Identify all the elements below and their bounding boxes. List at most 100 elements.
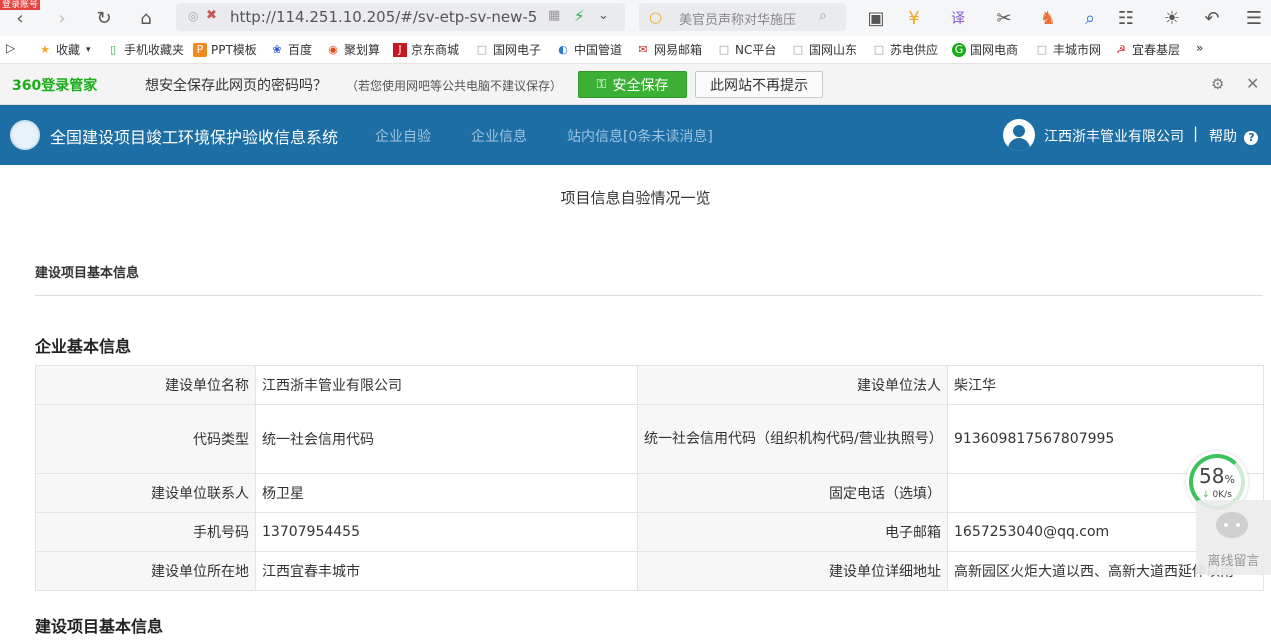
value-mobile: 13707954455 — [255, 512, 638, 552]
bookmark-item[interactable]: ☭ 宜春基层 — [1114, 41, 1180, 58]
bookmark-item[interactable]: G 国网电商 — [952, 41, 1018, 58]
bookmark-item[interactable]: □ 丰城市网 — [1035, 41, 1101, 58]
magnifier-icon[interactable]: ⌕ — [1076, 4, 1104, 32]
mail163-icon: ✉ — [638, 42, 648, 56]
value-code-type: 统一社会信用代码 — [255, 404, 638, 474]
sidebar-toggle-icon[interactable]: ▷ — [6, 41, 15, 55]
browser-toolbar: 登录账号 ‹ › ↻ ⌂ ◎ ✖ http://114.251.10.205/#… — [0, 0, 1271, 36]
scissors-icon[interactable]: ✂ — [990, 4, 1018, 32]
bookmark-favorites[interactable]: ★ 收藏 ▾ — [38, 41, 90, 58]
page-title: 项目信息自验情况一览 — [560, 189, 711, 207]
speed-mode-icon[interactable]: ⚡ — [574, 7, 585, 25]
search-placeholder[interactable]: 美官员声称对华施压 — [679, 9, 796, 28]
close-icon[interactable]: ✕ — [1246, 74, 1259, 93]
help-icon: ? — [1244, 131, 1259, 145]
search-box[interactable]: ○ 美官员声称对华施压 ⌕ — [639, 3, 846, 31]
search-icon[interactable]: ⌕ — [819, 8, 827, 24]
wallet-icon[interactable]: ¥ — [900, 4, 928, 32]
speed-rate: ↓ 0K/s — [1202, 490, 1232, 500]
bookmark-item[interactable]: □ 国网山东 — [791, 41, 857, 58]
section-heading-basic: 建设项目基本信息 — [35, 266, 140, 281]
label-legal-person: 建设单位法人 — [637, 365, 948, 405]
page-icon: □ — [476, 42, 488, 56]
table-row: 代码类型 统一社会信用代码 统一社会信用代码（组织机构代码/营业执照号） 913… — [35, 404, 1264, 474]
address-bar[interactable]: ◎ ✖ http://114.251.10.205/#/sv-etp-sv-ne… — [176, 3, 625, 31]
undo-icon[interactable]: ↶ — [1198, 4, 1226, 32]
no-secure-icon[interactable]: ✖ — [206, 8, 217, 23]
label-address: 建设单位详细地址 — [637, 551, 948, 591]
label-code-type: 代码类型 — [35, 404, 256, 474]
bookmark-item[interactable]: □ 苏电供应 — [872, 41, 938, 58]
offline-message-label: 离线留言 — [1207, 554, 1260, 569]
bookmark-item[interactable]: P PPT模板 — [193, 41, 257, 58]
ppt-icon: P — [193, 42, 207, 57]
bookmarks-more[interactable]: » — [1196, 41, 1203, 55]
help-label: 帮助 — [1209, 129, 1237, 145]
offline-message-button[interactable]: 离线留言 — [1196, 500, 1271, 575]
settings-gear-icon[interactable]: ⚙ — [1211, 75, 1224, 93]
nav-enterprise-info[interactable]: 企业信息 — [471, 126, 527, 146]
chevron-down-icon[interactable]: ⌄ — [598, 8, 609, 23]
table-row: 手机号码 13707954455 电子邮箱 1657253040@qq.com — [35, 512, 1264, 552]
url-text[interactable]: http://114.251.10.205/#/sv-etp-sv-new-5?… — [230, 8, 538, 26]
table-row: 建设单位联系人 杨卫星 固定电话（选填） — [35, 473, 1264, 513]
bookmarks-bar: ▷ ★ 收藏 ▾ ▯ 手机收藏夹 P PPT模板 ❀ 百度 ◉ 聚划算 J 京东商城 □ 国网电… — [0, 36, 1271, 64]
label-location: 建设单位所在地 — [35, 551, 256, 591]
forward-icon[interactable]: › — [48, 4, 76, 32]
game-icon[interactable]: ♞ — [1034, 4, 1062, 32]
translate-icon[interactable]: 译 — [944, 4, 972, 32]
enterprise-info-table: 建设单位名称 江西浙丰管业有限公司 建设单位法人 柴江华 代码类型 统一社会信用… — [35, 365, 1264, 591]
section-heading-enterprise: 企业基本信息 — [35, 337, 132, 356]
label-mobile: 手机号码 — [35, 512, 256, 552]
safe-save-label: 安全保存 — [612, 77, 669, 94]
label-landline: 固定电话（选填） — [637, 473, 948, 513]
value-builder-name: 江西浙丰管业有限公司 — [255, 365, 638, 405]
avatar[interactable] — [1003, 119, 1035, 151]
divider — [35, 295, 1263, 296]
back-icon[interactable]: ‹ — [6, 4, 34, 32]
brightness-icon[interactable]: ☀ — [1158, 4, 1186, 32]
section-heading-project: 建设项目基本信息 — [35, 617, 164, 636]
speed-percent: 58% — [1199, 464, 1235, 488]
bookmark-item[interactable]: ◐ 中国管道 — [556, 41, 622, 58]
page-icon: □ — [792, 42, 804, 56]
page-icon: □ — [718, 42, 730, 56]
page-icon: □ — [1036, 42, 1048, 56]
juhuasuan-icon: ◉ — [328, 42, 338, 56]
qr-icon[interactable]: ▦ — [548, 8, 560, 23]
baidu-icon: ❀ — [272, 42, 282, 56]
safe-save-button[interactable]: ⚿ 安全保存 — [578, 71, 687, 98]
site-info-icon[interactable]: ◎ — [188, 9, 198, 23]
bookmark-item[interactable]: ❀ 百度 — [270, 41, 312, 58]
user-company[interactable]: 江西浙丰管业有限公司 — [1044, 126, 1184, 146]
table-row: 建设单位名称 江西浙丰管业有限公司 建设单位法人 柴江华 — [35, 365, 1264, 405]
table-row: 建设单位所在地 江西宜春丰城市 建设单位详细地址 高新园区火炬大道以西、高新大道… — [35, 551, 1264, 591]
label-email: 电子邮箱 — [637, 512, 948, 552]
login-manager-logo: 360登录管家 — [12, 78, 98, 94]
party-icon: ☭ — [1116, 42, 1126, 56]
nav-enterprise-selfcheck[interactable]: 企业自验 — [375, 126, 431, 146]
nav-site-messages[interactable]: 站内信息[0条未读消息] — [567, 126, 713, 146]
never-remind-button[interactable]: 此网站不再提示 — [695, 71, 823, 98]
bookmark-item[interactable]: □ NC平台 — [717, 41, 777, 58]
password-prompt-bar: 360登录管家 想安全保存此网页的密码吗？ （若您使用网吧等公共电脑不建议保存）… — [0, 64, 1271, 105]
refresh-icon[interactable]: ↻ — [90, 4, 118, 32]
bookmark-item[interactable]: ◉ 聚划算 — [326, 41, 380, 58]
help-link[interactable]: 帮助 ? — [1209, 126, 1259, 146]
menu-icon[interactable]: ☰ — [1240, 4, 1268, 32]
phone-icon: ▯ — [109, 42, 117, 56]
label-contact: 建设单位联系人 — [35, 473, 256, 513]
label-builder-name: 建设单位名称 — [35, 365, 256, 405]
bookmark-item[interactable]: ▯ 手机收藏夹 — [106, 41, 184, 58]
home-icon[interactable]: ⌂ — [132, 4, 160, 32]
reader-icon[interactable]: ▣ — [862, 4, 890, 32]
apps-grid-icon[interactable]: ☷ — [1112, 4, 1140, 32]
bookmark-item[interactable]: ✉ 网易邮箱 — [636, 41, 702, 58]
jd-icon: J — [393, 42, 407, 57]
bookmark-item[interactable]: J 京东商城 — [393, 41, 459, 58]
system-title[interactable]: 全国建设项目竣工环境保护验收信息系统 — [50, 124, 338, 148]
header-divider: | — [1193, 124, 1199, 142]
bookmark-item[interactable]: □ 国网电子 — [475, 41, 541, 58]
search-engine-icon[interactable]: ○ — [649, 8, 662, 26]
chat-bubble-icon — [1216, 512, 1248, 538]
